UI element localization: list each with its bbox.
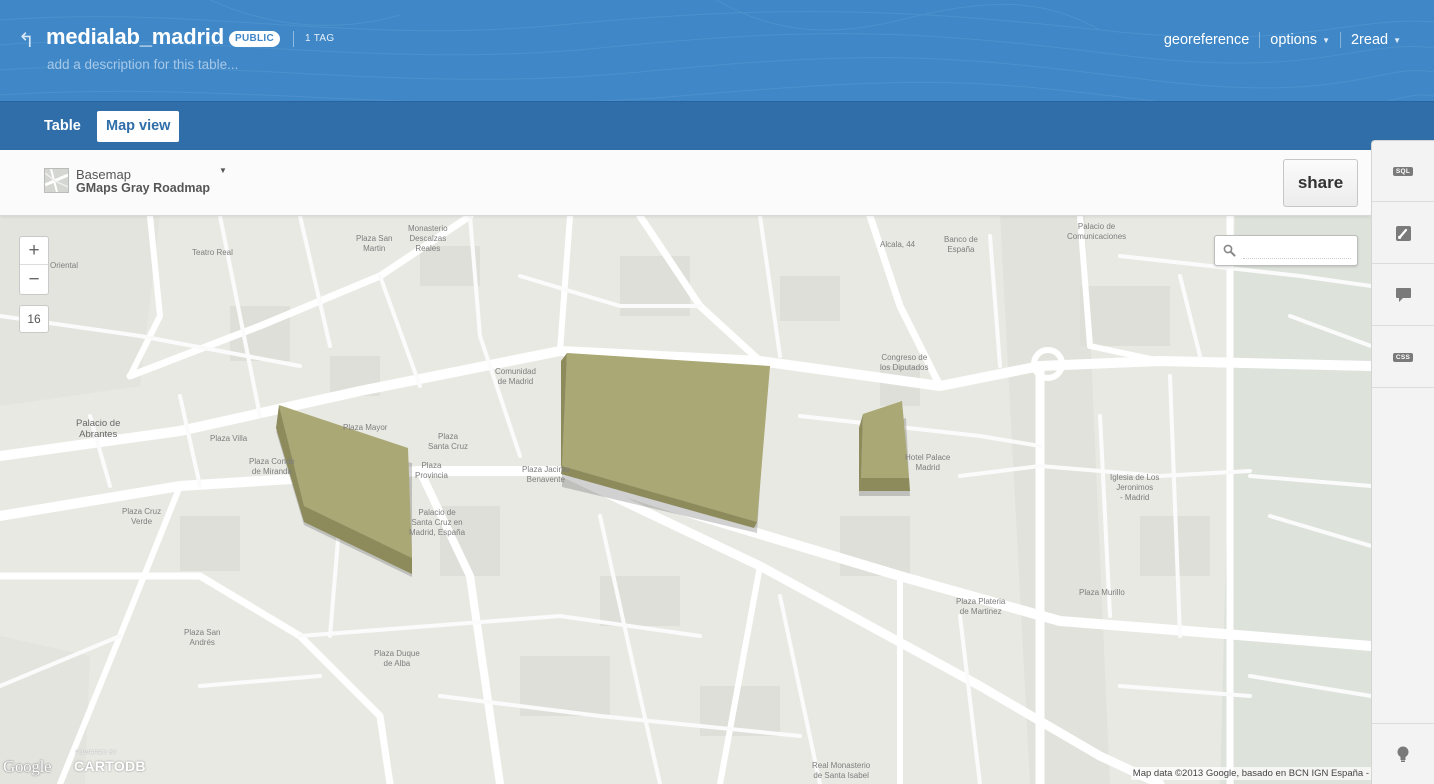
user-label: 2read (1350, 32, 1389, 48)
style-panel-button[interactable] (1372, 203, 1434, 264)
paintbrush-icon (1395, 225, 1411, 241)
map-attribution: Map data ©2013 Google, basado en BCN IGN… (1130, 767, 1371, 780)
zoom-control: + − (19, 236, 49, 295)
header-divider (293, 31, 294, 47)
map-label: Palacio de Santa Cruz en Madrid, España (409, 508, 466, 537)
data-polygons (276, 353, 910, 577)
comment-icon (1395, 288, 1411, 302)
map-label: Plaza Duque de Alba (374, 649, 420, 668)
cartodb-logo[interactable]: CARTODB (74, 758, 146, 774)
css-panel-button[interactable]: CSS (1372, 327, 1434, 388)
chevron-down-icon: ▼ (1322, 35, 1330, 45)
map-label: Alcala, 44 (880, 240, 916, 249)
header-menu: georeference options ▼ 2read ▼ (1164, 32, 1401, 48)
options-menu[interactable]: options ▼ (1270, 32, 1330, 48)
privacy-badge[interactable]: PUBLIC (229, 31, 281, 47)
map-label: Comunidad de Madrid (495, 367, 536, 386)
map-label: Plaza Santa Cruz (428, 432, 469, 451)
lightbulb-icon (1397, 746, 1409, 762)
map-label: Teatro Real (192, 248, 233, 257)
menu-divider (1259, 32, 1261, 48)
basemap-thumbnail[interactable] (44, 168, 69, 193)
menu-divider (1339, 32, 1341, 48)
georeference-link[interactable]: georeference (1164, 32, 1249, 48)
search-icon (1223, 244, 1236, 257)
map-thumbnail-icon (44, 168, 69, 193)
sql-icon: SQL (1392, 166, 1414, 176)
basemap-value[interactable]: GMaps Gray Roadmap (76, 181, 210, 195)
map-label: Plaza Villa (210, 434, 248, 443)
table-description[interactable]: add a description for this table... (47, 57, 238, 72)
help-panel-button[interactable] (1372, 723, 1434, 784)
georeference-label: georeference (1163, 32, 1250, 48)
view-tabs: Table Map view (0, 101, 1434, 150)
tab-map-view[interactable]: Map view (97, 111, 180, 142)
user-menu[interactable]: 2read ▼ (1351, 32, 1401, 48)
share-button[interactable]: share (1283, 159, 1358, 207)
map-label: Plaza Plateria de Martinez (956, 597, 1006, 616)
map-label: Monasterio Descalzas Reales (408, 224, 448, 253)
topographic-pattern (0, 0, 1434, 101)
table-header: ↰ medialab_madrid PUBLIC 1 TAG add a des… (0, 0, 1434, 101)
chevron-down-icon[interactable]: ▼ (219, 166, 227, 175)
map-label: Hotel Palace Madrid (905, 453, 951, 472)
map-label: Palacio de Abrantes (76, 418, 121, 440)
google-logo[interactable]: Google (3, 757, 52, 777)
map-label: Iglesia de Los Jeronimos - Madrid (1110, 473, 1160, 502)
css-icon: CSS (1392, 352, 1414, 362)
map-search[interactable] (1214, 235, 1358, 266)
tag-count[interactable]: 1 TAG (305, 33, 334, 44)
map-label: Plaza Mayor (343, 423, 388, 432)
map-label: Plaza Murillo (1079, 588, 1125, 597)
map-label: Plaza Cruz Verde (122, 507, 162, 526)
options-label: options (1270, 32, 1318, 48)
infowindow-panel-button[interactable] (1372, 265, 1434, 326)
map-toolbar: Basemap GMaps Gray Roadmap ▼ share (0, 150, 1371, 216)
basemap-label[interactable]: Basemap (76, 167, 131, 182)
map-label: Banco de España (944, 235, 978, 254)
map-label: Plaza Conde de Miranda (249, 457, 295, 476)
polygon-sol[interactable] (561, 353, 770, 533)
powered-by-label: POWERED BY (75, 750, 118, 756)
tab-table[interactable]: Table (44, 118, 81, 134)
map-label: Plaza Jacinto Benavente (522, 465, 570, 484)
map-canvas[interactable]: Plaza San Martin Monasterio Descalzas Reale… (0, 216, 1371, 784)
map-label: Congreso de los Diputados (880, 353, 929, 372)
right-tools-panel: SQL CSS (1371, 140, 1434, 784)
zoom-out-button[interactable]: − (20, 266, 48, 294)
back-arrow-icon[interactable]: ↰ (18, 28, 35, 53)
map-label: Plaza San Martin (356, 234, 393, 253)
table-title[interactable]: medialab_madrid (46, 24, 224, 50)
chevron-down-icon: ▼ (1393, 35, 1401, 45)
map-label: Plaza San Andrés (184, 628, 221, 647)
map-label: Real Monasterio de Santa Isabel (812, 761, 871, 780)
search-input[interactable] (1243, 243, 1351, 259)
polygon-congreso[interactable] (859, 401, 910, 496)
map-label: Palacio de Comunicaciones (1067, 222, 1127, 241)
map-label: Plaza Provincia (415, 461, 448, 480)
zoom-in-button[interactable]: + (20, 237, 48, 265)
map-label: Oriental (50, 261, 79, 270)
zoom-level-indicator: 16 (19, 305, 49, 333)
sql-panel-button[interactable]: SQL (1372, 141, 1434, 202)
